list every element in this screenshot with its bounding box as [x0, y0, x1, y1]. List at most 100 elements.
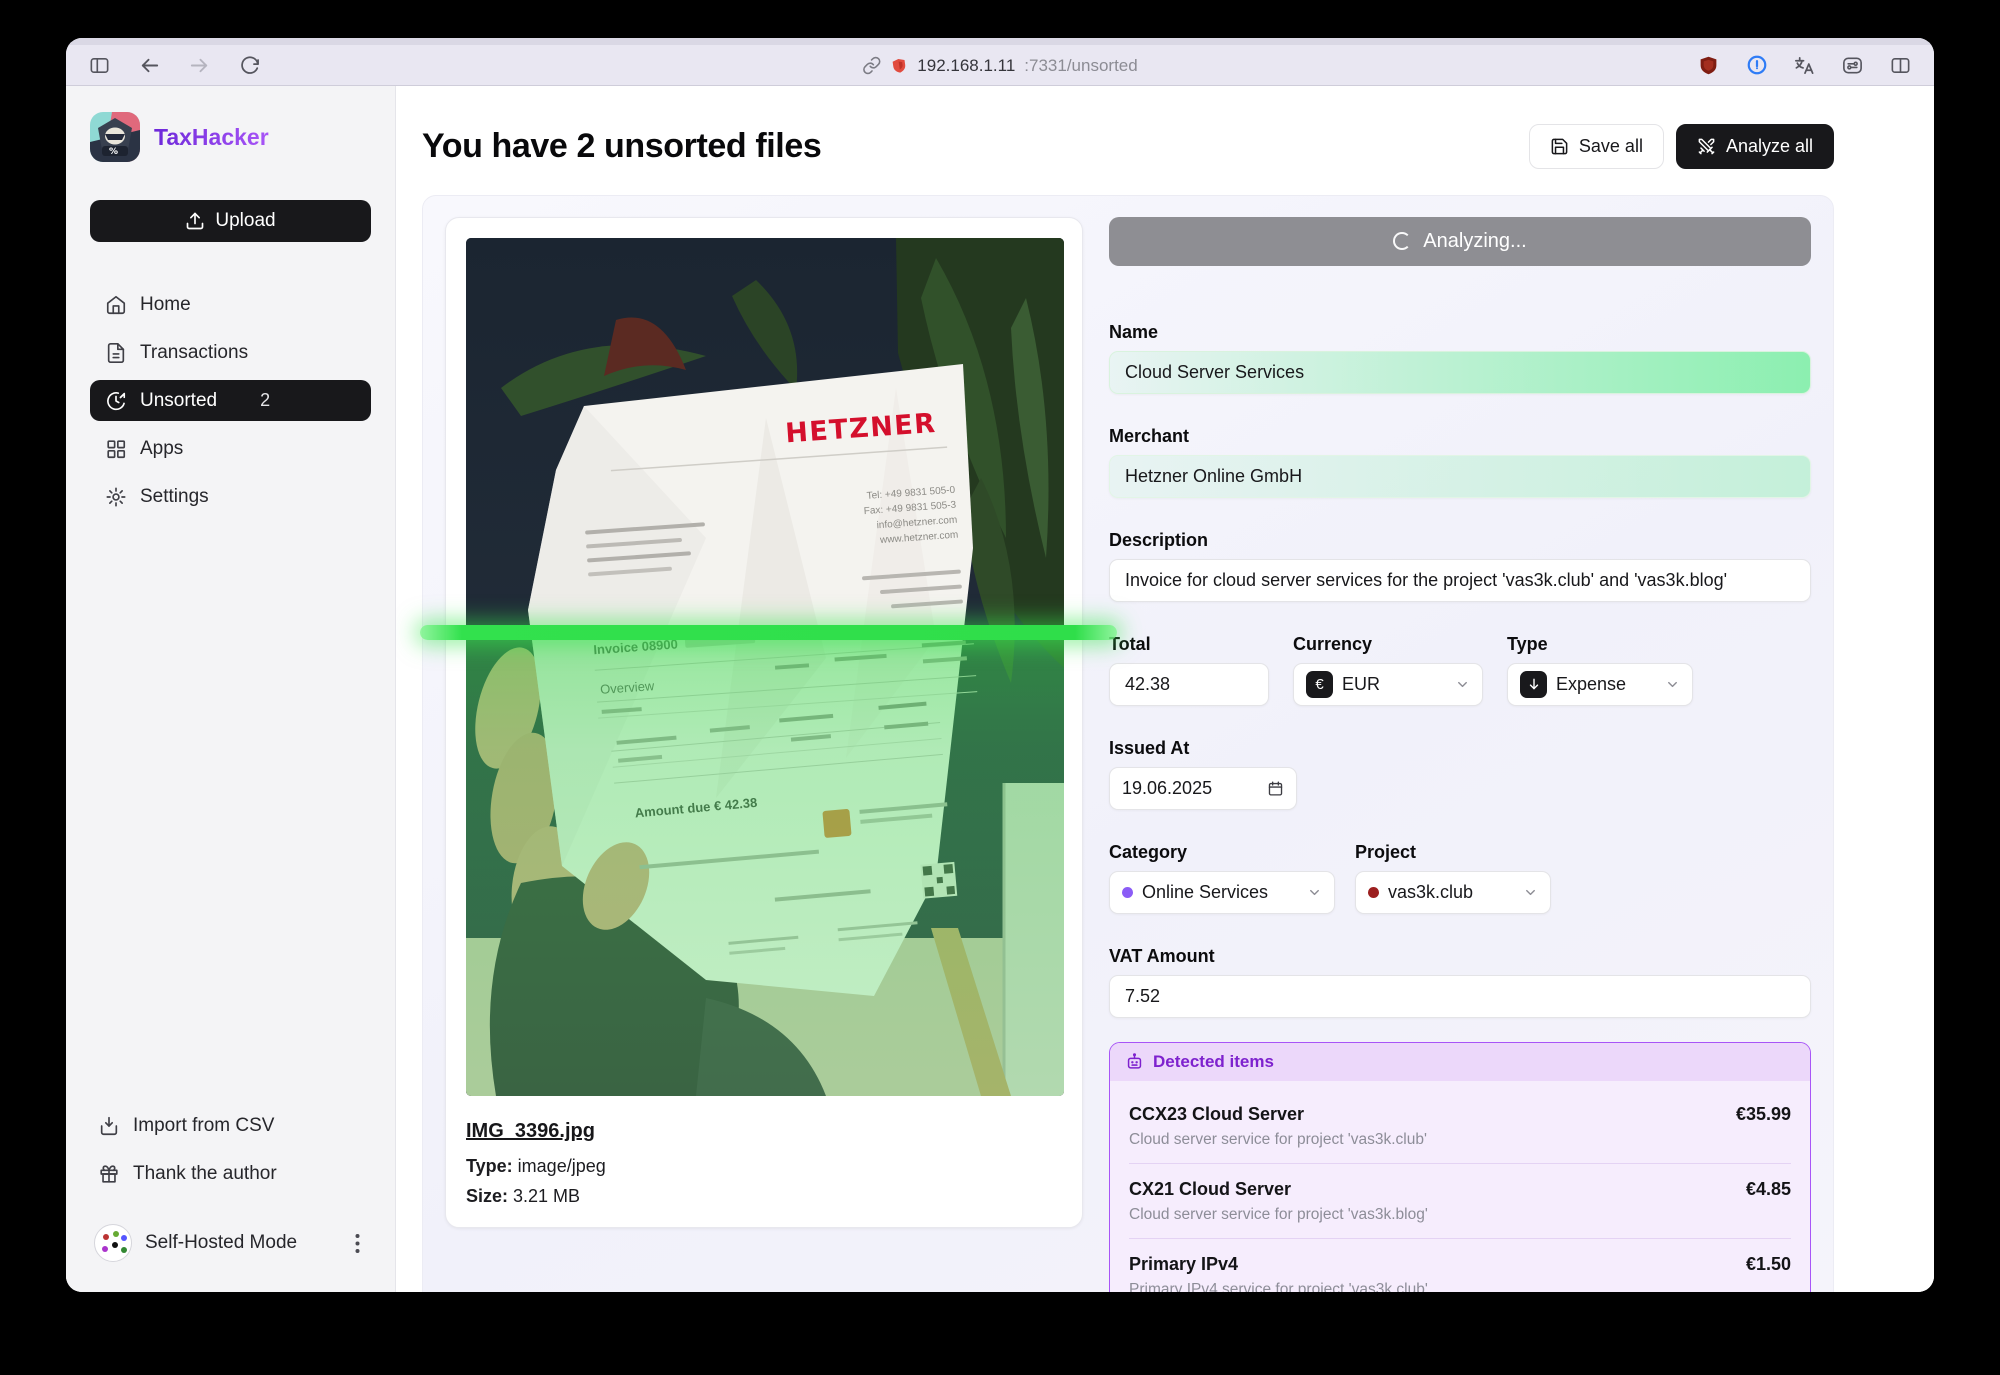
- issued-at-field[interactable]: 19.06.2025: [1109, 767, 1297, 810]
- upload-icon: [185, 211, 205, 231]
- item-price: €1.50: [1746, 1254, 1791, 1275]
- currency-select[interactable]: € EUR: [1293, 663, 1483, 706]
- ublock-extension-icon[interactable]: [1697, 54, 1720, 77]
- project-dot-icon: [1368, 887, 1379, 898]
- save-icon: [1550, 137, 1569, 156]
- category-dot-icon: [1122, 887, 1133, 898]
- analyze-all-button[interactable]: Analyze all: [1676, 124, 1834, 169]
- analyze-all-label: Analyze all: [1726, 136, 1813, 157]
- item-description: Cloud server service for project 'vas3k.…: [1129, 1131, 1791, 1149]
- file-type: Type: image/jpeg: [466, 1156, 1062, 1177]
- translate-icon[interactable]: [1793, 54, 1816, 77]
- sidebar-item-label: Settings: [140, 486, 209, 508]
- total-label: Total: [1109, 634, 1269, 654]
- link-icon: [862, 56, 881, 75]
- thank-author-label: Thank the author: [133, 1163, 277, 1185]
- file-card: HETZNER Tel: +49 9831 505-0 Fax: +49 983…: [445, 217, 1083, 1228]
- back-icon[interactable]: [138, 54, 161, 77]
- project-label: Project: [1355, 842, 1551, 862]
- split-view-icon[interactable]: [1889, 54, 1912, 77]
- sidebar-item-unsorted[interactable]: Unsorted 2: [90, 380, 371, 421]
- brand[interactable]: % TaxHacker: [90, 112, 371, 162]
- item-price: €4.85: [1746, 1179, 1791, 1200]
- sidebar-item-transactions[interactable]: Transactions: [90, 332, 371, 373]
- swords-icon: [1697, 137, 1716, 156]
- merchant-field[interactable]: [1109, 455, 1811, 498]
- detected-items-header: Detected items: [1110, 1043, 1810, 1081]
- sidebar-item-home[interactable]: Home: [90, 284, 371, 325]
- detected-item: Primary IPv4 €1.50 Primary IPv4 service …: [1129, 1239, 1791, 1292]
- sidebar: % TaxHacker Upload Home Transactions: [66, 86, 396, 1292]
- category-label: Category: [1109, 842, 1335, 862]
- item-price: €35.99: [1736, 1104, 1791, 1125]
- name-field[interactable]: [1109, 351, 1811, 394]
- gear-icon: [105, 486, 127, 508]
- avatar[interactable]: [94, 1224, 132, 1262]
- url-path: :7331/unsorted: [1024, 56, 1137, 76]
- total-field[interactable]: [1109, 663, 1269, 706]
- item-name: Primary IPv4: [1129, 1254, 1238, 1275]
- browser-toolbar: 192.168.1.11 :7331/unsorted: [66, 38, 1934, 86]
- import-csv-link[interactable]: Import from CSV: [90, 1104, 371, 1148]
- item-description: Cloud server service for project 'vas3k.…: [1129, 1206, 1791, 1224]
- project-value: vas3k.club: [1388, 882, 1473, 903]
- url-host: 192.168.1.11: [917, 56, 1015, 76]
- chevron-down-icon: [1523, 885, 1538, 900]
- spinner-icon: [1393, 232, 1411, 250]
- description-label: Description: [1109, 530, 1811, 550]
- chevron-down-icon: [1455, 677, 1470, 692]
- home-icon: [105, 294, 127, 316]
- sidebar-item-label: Apps: [140, 438, 183, 460]
- upload-label: Upload: [215, 210, 275, 232]
- calendar-icon: [1267, 780, 1284, 797]
- sidebar-toggle-icon[interactable]: [88, 54, 111, 77]
- unsorted-panel: HETZNER Tel: +49 9831 505-0 Fax: +49 983…: [422, 195, 1834, 1292]
- category-select[interactable]: Online Services: [1109, 871, 1335, 914]
- name-label: Name: [1109, 322, 1811, 342]
- import-csv-label: Import from CSV: [133, 1115, 274, 1137]
- vat-field[interactable]: [1109, 975, 1811, 1018]
- main-content: You have 2 unsorted files Save all Analy…: [396, 86, 1934, 1292]
- type-value: Expense: [1556, 674, 1626, 695]
- merchant-label: Merchant: [1109, 426, 1811, 446]
- analyzing-label: Analyzing...: [1423, 230, 1526, 253]
- item-name: CCX23 Cloud Server: [1129, 1104, 1304, 1125]
- file-name-link[interactable]: IMG_3396.jpg: [466, 1120, 595, 1143]
- reload-icon[interactable]: [238, 54, 261, 77]
- file-size: Size: 3.21 MB: [466, 1186, 1062, 1207]
- kebab-menu-icon[interactable]: [347, 1232, 367, 1254]
- vat-label: VAT Amount: [1109, 946, 1811, 966]
- category-value: Online Services: [1142, 882, 1268, 903]
- upload-button[interactable]: Upload: [90, 200, 371, 242]
- address-bar[interactable]: 192.168.1.11 :7331/unsorted: [862, 45, 1137, 86]
- page-title: You have 2 unsorted files: [422, 127, 821, 166]
- item-description: Primary IPv4 service for project 'vas3k.…: [1129, 1281, 1791, 1292]
- detected-item: CX21 Cloud Server €4.85 Cloud server ser…: [1129, 1164, 1791, 1239]
- blocked-shield-icon: [889, 55, 909, 75]
- clock-icon: [105, 390, 127, 412]
- currency-label: Currency: [1293, 634, 1483, 654]
- scan-progress-bar: [420, 625, 1117, 640]
- analyzing-button[interactable]: Analyzing...: [1109, 217, 1811, 266]
- sidebar-nav: Home Transactions Unsorted 2 Apps: [90, 284, 371, 517]
- extensions-settings-icon[interactable]: [1841, 54, 1864, 77]
- sidebar-item-label: Unsorted: [140, 390, 217, 412]
- type-label: Type: [1507, 634, 1693, 654]
- unsorted-count-badge: 2: [260, 390, 270, 411]
- forward-icon[interactable]: [188, 54, 211, 77]
- description-field[interactable]: [1109, 559, 1811, 602]
- thank-author-link[interactable]: Thank the author: [90, 1152, 371, 1196]
- issued-at-value: 19.06.2025: [1122, 778, 1212, 799]
- save-all-button[interactable]: Save all: [1529, 124, 1664, 169]
- type-select[interactable]: Expense: [1507, 663, 1693, 706]
- chevron-down-icon: [1665, 677, 1680, 692]
- sidebar-item-apps[interactable]: Apps: [90, 428, 371, 469]
- sidebar-item-settings[interactable]: Settings: [90, 476, 371, 517]
- detected-items-title: Detected items: [1153, 1052, 1274, 1072]
- password-manager-icon[interactable]: [1745, 54, 1768, 77]
- save-all-label: Save all: [1579, 136, 1643, 157]
- project-select[interactable]: vas3k.club: [1355, 871, 1551, 914]
- detected-item: CCX23 Cloud Server €35.99 Cloud server s…: [1129, 1089, 1791, 1164]
- mode-label: Self-Hosted Mode: [145, 1232, 297, 1254]
- receipt-photo[interactable]: HETZNER Tel: +49 9831 505-0 Fax: +49 983…: [466, 238, 1064, 1096]
